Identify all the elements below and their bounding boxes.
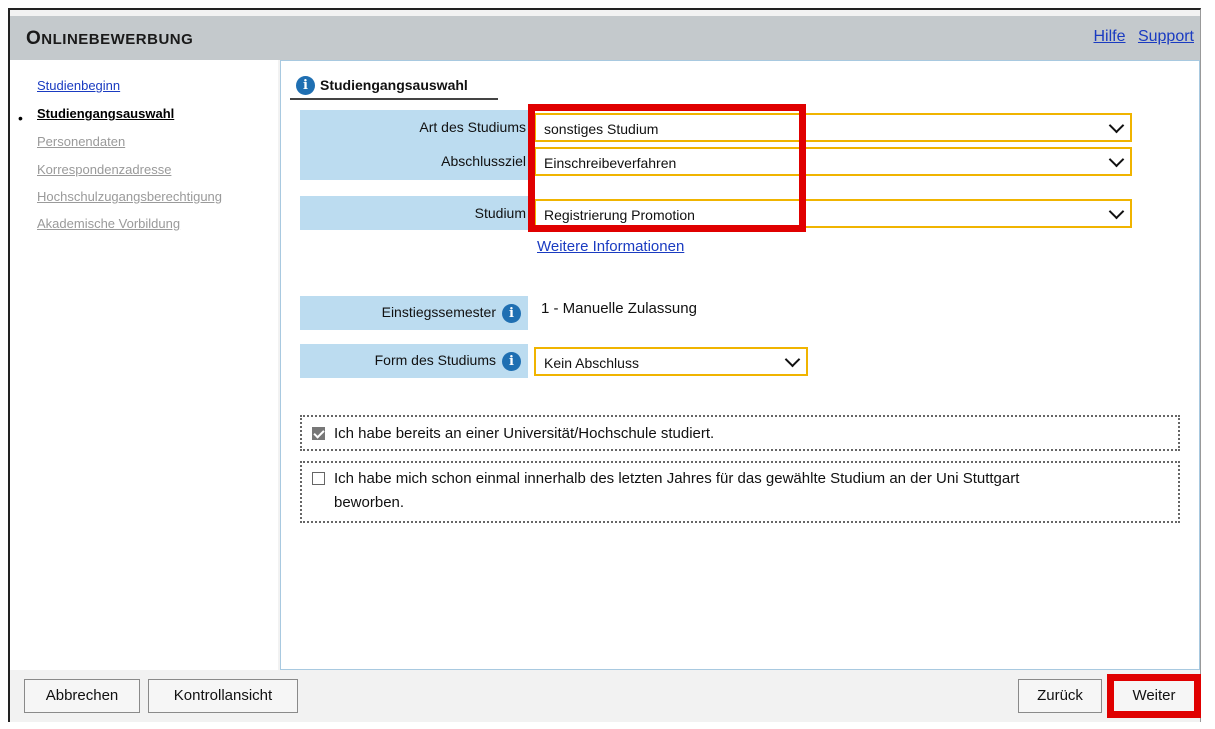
sidebar-item-personendaten: Personendaten <box>37 134 126 149</box>
form-label: Form des Studiums <box>374 352 496 368</box>
art-select[interactable]: sonstiges Studium <box>534 113 1132 142</box>
back-button[interactable]: Zurück <box>1018 679 1102 713</box>
studium-select[interactable]: Registrierung Promotion <box>534 199 1132 228</box>
active-bullet: • <box>18 110 23 126</box>
sidebar-item-akademische-vorbildung: Akademische Vorbildung <box>37 216 181 231</box>
title-bar: ONLINEBEWERBUNG Hilfe Support <box>10 16 1200 60</box>
next-button[interactable]: Weiter <box>1110 679 1198 713</box>
applied-checkbox-label-line2: beworben. <box>334 494 405 511</box>
more-info-link[interactable]: Weitere Informationen <box>537 238 684 255</box>
art-label: Art des Studiums <box>419 119 526 135</box>
abschluss-value: Einschreibeverfahren <box>544 155 677 171</box>
chevron-down-icon <box>1108 117 1125 134</box>
applied-checkbox[interactable] <box>312 472 325 485</box>
sidebar-item-studienbeginn[interactable]: Studienbeginn <box>37 78 120 93</box>
control-view-button[interactable]: Kontrollansicht <box>148 679 298 713</box>
studium-label: Studium <box>474 205 526 221</box>
page-title: ONLINEBEWERBUNG <box>26 28 194 49</box>
info-icon[interactable]: i <box>502 352 521 371</box>
studium-value: Registrierung Promotion <box>544 207 695 223</box>
info-icon[interactable]: i <box>502 304 521 323</box>
abschluss-label: Abschlussziel <box>441 153 526 169</box>
sidebar-item-korrespondenzadresse: Korrespondenzadresse <box>37 162 172 177</box>
art-value: sonstiges Studium <box>544 121 659 137</box>
section-title: Studiengangsauswahl <box>320 77 468 93</box>
studied-checkbox-label: Ich habe bereits an einer Universität/Ho… <box>334 425 715 442</box>
form-select[interactable]: Kein Abschluss <box>534 347 808 376</box>
sidebar <box>10 60 278 670</box>
form-value: Kein Abschluss <box>544 355 639 371</box>
studied-checkbox[interactable] <box>312 427 325 440</box>
chevron-down-icon <box>1108 151 1125 168</box>
sidebar-item-studiengangsauswahl[interactable]: Studiengangsauswahl <box>37 106 174 121</box>
cancel-button[interactable]: Abbrechen <box>24 679 140 713</box>
top-links: Hilfe Support <box>1085 28 1194 46</box>
sidebar-item-hochschulzugangsberechtigung: Hochschulzugangsberechtigung <box>37 189 223 204</box>
abschluss-select[interactable]: Einschreibeverfahren <box>534 147 1132 176</box>
chevron-down-icon <box>1108 203 1125 220</box>
help-link[interactable]: Hilfe <box>1093 28 1125 45</box>
info-icon: i <box>296 76 315 95</box>
section-header: i Studiengangsauswahl <box>290 72 498 100</box>
support-link[interactable]: Support <box>1138 28 1194 45</box>
applied-checkbox-label-line1: Ich habe mich schon einmal innerhalb des… <box>334 470 1020 487</box>
semester-value: 1 - Manuelle Zulassung <box>541 300 697 317</box>
chevron-down-icon <box>784 351 801 368</box>
semester-label: Einstiegssemester <box>381 304 496 320</box>
